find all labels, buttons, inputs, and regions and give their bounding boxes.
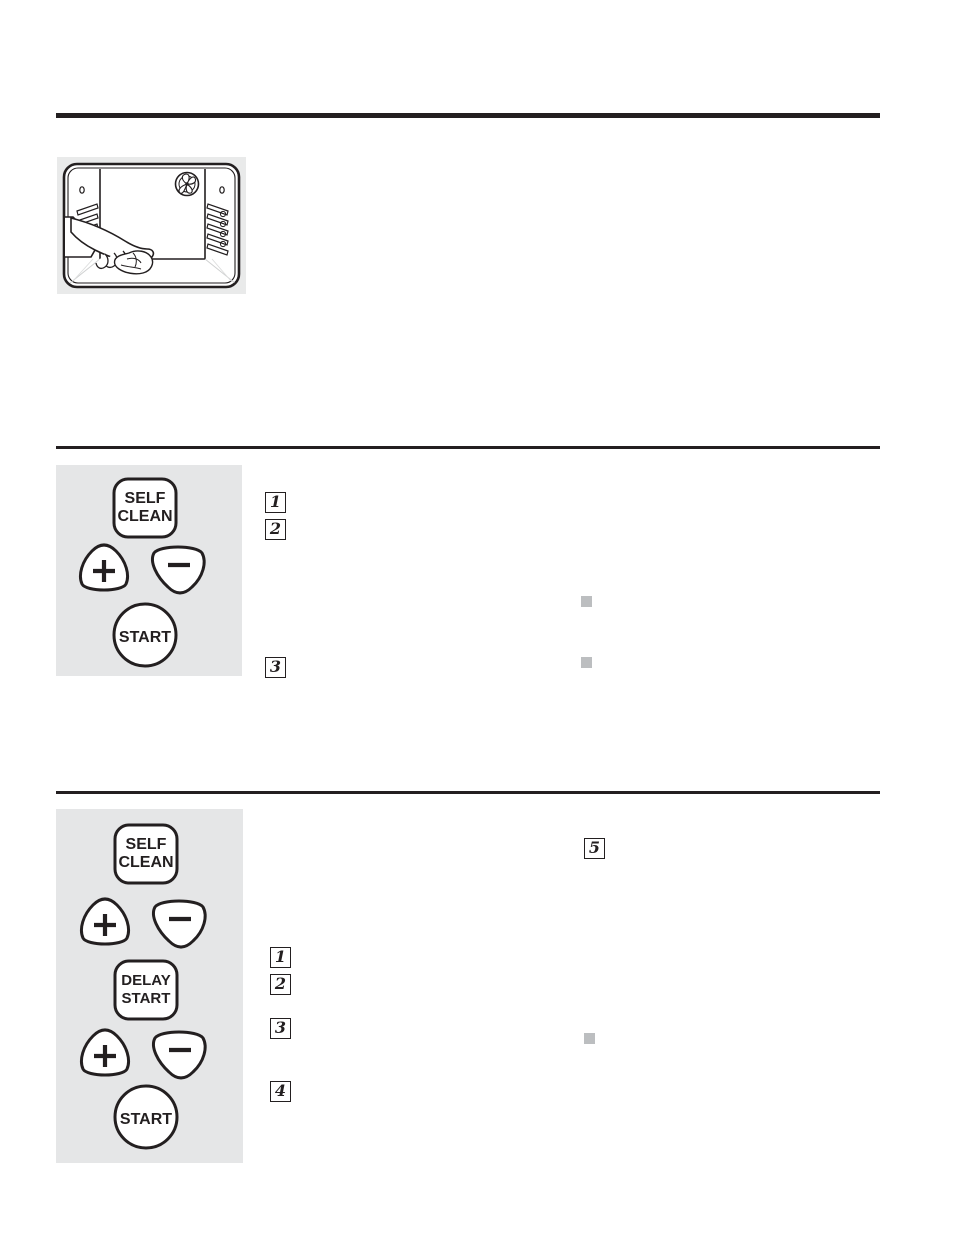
minus-button[interactable] — [151, 545, 206, 595]
step-number-1: 1 — [265, 492, 286, 513]
start-button[interactable]: START — [112, 602, 178, 668]
step-number-3: 3 — [265, 657, 286, 678]
minus-button-lower[interactable] — [152, 1030, 207, 1080]
start-label: START — [120, 1111, 172, 1128]
self-clean-label-line1: SELF — [126, 836, 167, 853]
plus-button-upper[interactable] — [79, 897, 131, 946]
fan-icon — [174, 171, 200, 197]
delay-start-label-line1: DELAY — [121, 972, 170, 989]
step-number-4: 4 — [270, 1081, 291, 1102]
section-divider-middle — [56, 446, 880, 449]
delay-start-button[interactable]: DELAY START — [113, 959, 179, 1021]
manual-page: SELF CLEAN START SELF CLEAN DELAY START … — [0, 0, 954, 1235]
bullet-marker — [584, 1033, 595, 1044]
step-number-1: 1 — [270, 947, 291, 968]
bullet-marker — [581, 657, 592, 668]
self-clean-label-line1: SELF — [125, 490, 166, 507]
delay-start-label-line2: START — [122, 990, 171, 1007]
self-clean-button[interactable]: SELF CLEAN — [112, 477, 178, 539]
step-number-3: 3 — [270, 1018, 291, 1039]
self-clean-label-line2: CLEAN — [117, 508, 172, 525]
self-clean-button[interactable]: SELF CLEAN — [113, 823, 179, 885]
self-clean-control-panel-illustration: SELF CLEAN START — [56, 465, 242, 676]
oven-cavity-illustration — [57, 157, 246, 294]
start-label: START — [119, 629, 171, 646]
minus-button-upper[interactable] — [152, 899, 207, 949]
self-clean-label-line2: CLEAN — [118, 854, 173, 871]
section-divider-top — [56, 113, 880, 118]
section-divider-bottom — [56, 791, 880, 794]
step-number-2: 2 — [265, 519, 286, 540]
bullet-marker — [581, 596, 592, 607]
step-number-5: 5 — [584, 838, 605, 859]
plus-button[interactable] — [78, 543, 130, 592]
delay-start-control-panel-illustration: SELF CLEAN DELAY START START — [56, 809, 243, 1163]
start-button[interactable]: START — [113, 1084, 179, 1150]
plus-button-lower[interactable] — [79, 1028, 131, 1077]
step-number-2: 2 — [270, 974, 291, 995]
